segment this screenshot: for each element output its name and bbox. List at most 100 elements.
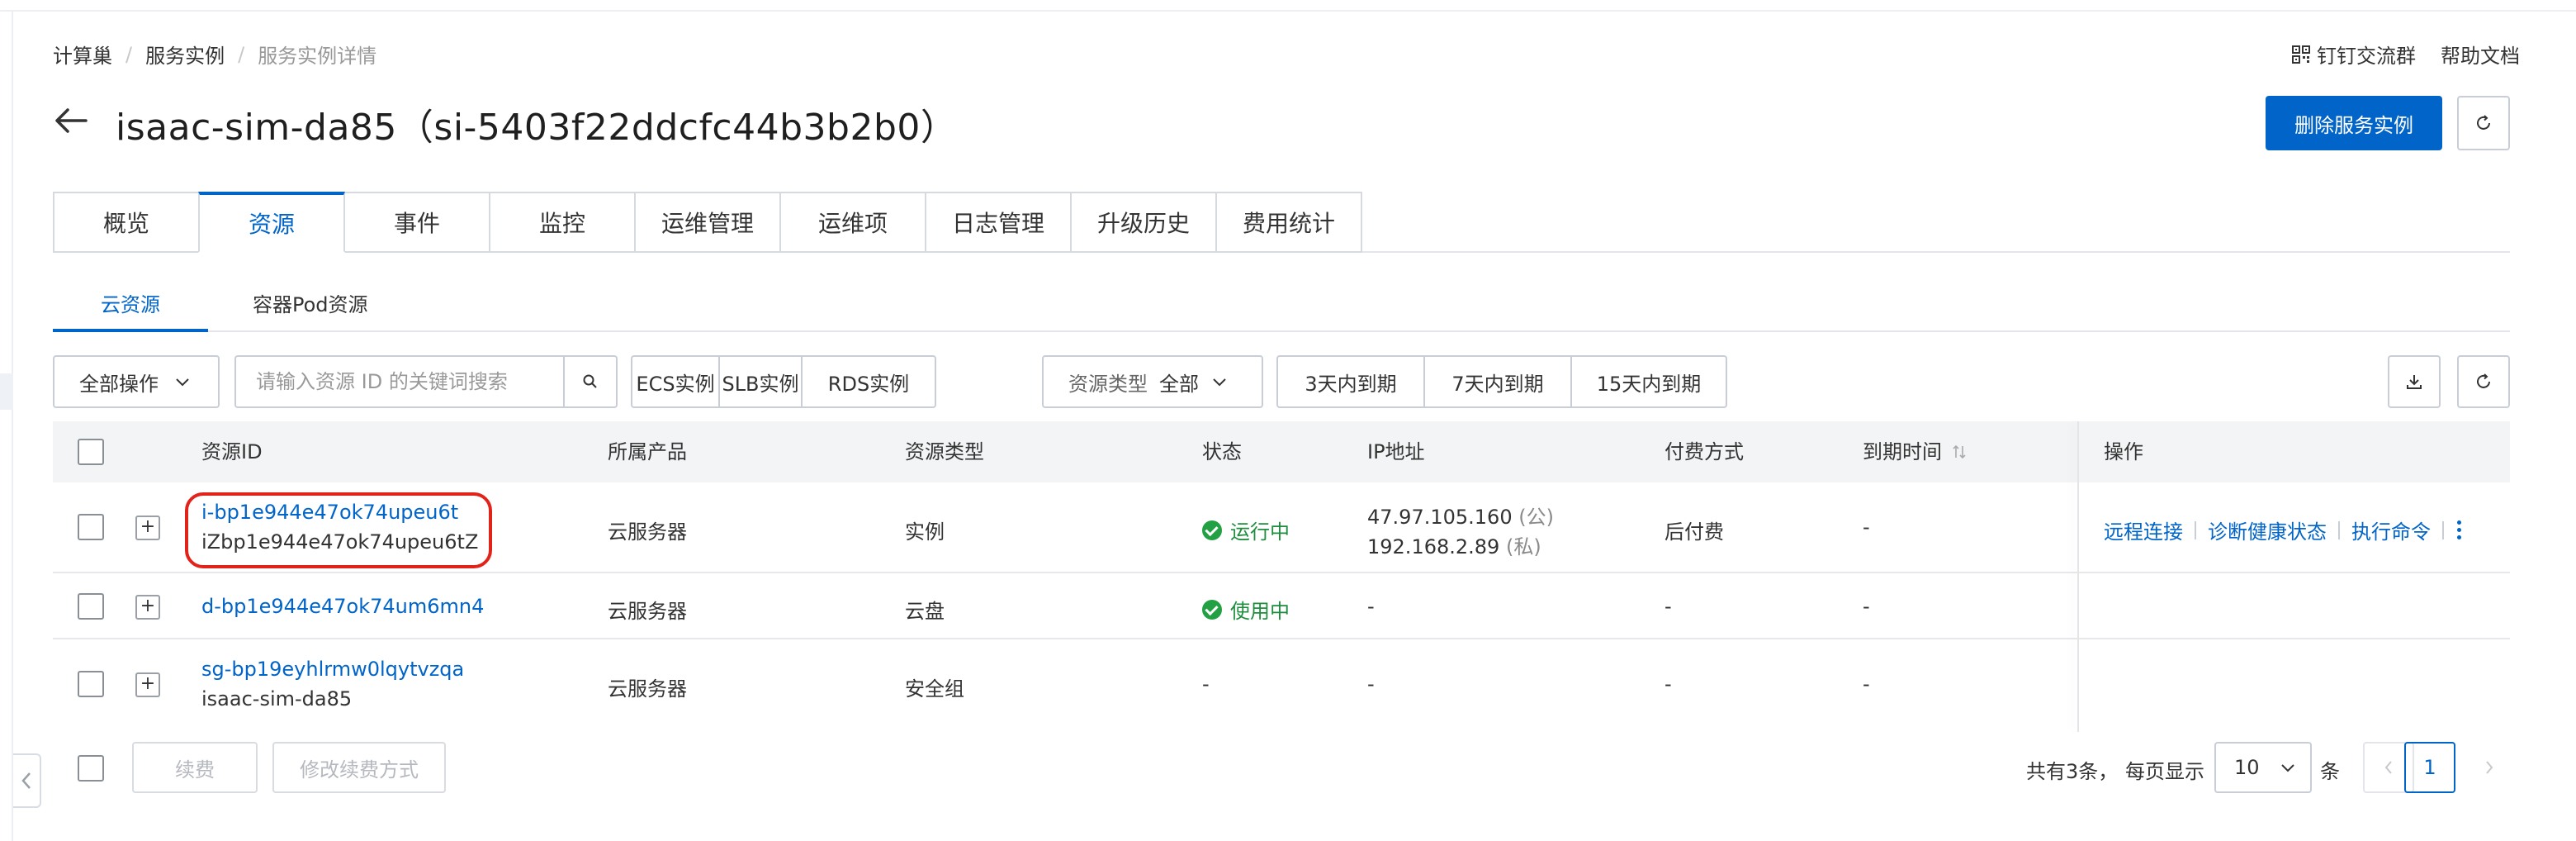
tab-cost-statistics[interactable]: 费用统计 (1215, 192, 1362, 253)
subtab-cloud-resources[interactable]: 云资源 (53, 287, 208, 332)
tab-monitoring[interactable]: 监控 (489, 192, 636, 253)
download-button[interactable] (2388, 355, 2441, 408)
row-actions: 远程连接 诊断健康状态 执行命令 (2104, 516, 2461, 544)
table-refresh-button[interactable] (2457, 355, 2510, 408)
page-size-unit: 条 (2320, 760, 2340, 783)
tab-overview[interactable]: 概览 (53, 192, 200, 253)
bulk-action-label: 全部操作 (79, 372, 159, 396)
resource-type-select[interactable]: 资源类型 全部 (1042, 355, 1263, 408)
breadcrumb-item-compute-nest[interactable]: 计算巢 (53, 40, 112, 69)
diagnose-health-link[interactable]: 诊断健康状态 (2208, 516, 2327, 544)
status-label: 运行中 (1230, 520, 1290, 544)
expiry-filter-group: 3天内到期 7天内到期 15天内到期 (1276, 355, 1727, 408)
back-arrow-icon[interactable] (53, 102, 89, 139)
breadcrumb-item-service-instances[interactable]: 服务实例 (145, 40, 225, 69)
page-1-button[interactable]: 1 (2404, 742, 2455, 793)
select-all-checkbox[interactable] (78, 439, 104, 465)
product-cell: 云服务器 (608, 677, 687, 701)
filter-expire-7d-button[interactable]: 7天内到期 (1423, 355, 1572, 408)
billing-cell: - (1664, 672, 1672, 696)
row-checkbox[interactable] (78, 593, 104, 620)
qr-code-icon (2292, 45, 2310, 64)
page-title: isaac-sim-da85（si-5403f22ddcfc44b3b2b0） (116, 107, 958, 149)
resource-search-input[interactable] (236, 357, 563, 406)
resource-id-link[interactable]: d-bp1e944e47ok74um6mn4 (201, 595, 484, 618)
ip-public-value: 47.97.105.160 (1367, 506, 1513, 529)
tab-events[interactable]: 事件 (343, 192, 490, 253)
table-row: + sg-bp19eyhlrmw0lqytvzqa isaac-sim-da85… (53, 639, 2510, 732)
column-header-expire[interactable]: 到期时间 (1863, 421, 1967, 482)
resource-search (234, 355, 618, 408)
filter-slb-button[interactable]: SLB实例 (718, 355, 803, 408)
tab-upgrade-history[interactable]: 升级历史 (1070, 192, 1217, 253)
column-header-billing: 付费方式 (1664, 440, 1744, 463)
next-page-button[interactable] (2464, 742, 2515, 793)
expire-cell: - (1863, 516, 1870, 539)
expand-row-button[interactable]: + (135, 595, 160, 620)
footer-select-all-checkbox[interactable] (78, 755, 104, 782)
resource-type-value: 全部 (1159, 372, 1199, 396)
filter-expire-3d-button[interactable]: 3天内到期 (1276, 355, 1425, 408)
column-header-resource-type: 资源类型 (905, 440, 984, 463)
tab-resources[interactable]: 资源 (198, 192, 345, 253)
table-header: 资源ID 所属产品 资源类型 状态 IP地址 付费方式 到期时间 操作 (53, 421, 2510, 482)
ip-public-tag: (公) (1518, 506, 1554, 529)
search-icon (583, 374, 597, 388)
main-tabs: 概览 资源 事件 监控 运维管理 运维项 日志管理 升级历史 费用统计 (53, 192, 1362, 253)
refresh-icon (2477, 373, 2490, 388)
filter-ecs-button[interactable]: ECS实例 (631, 355, 720, 408)
refresh-button[interactable] (2457, 96, 2510, 150)
dingtalk-group-link[interactable]: 钉钉交流群 (2292, 40, 2416, 69)
ip-cell: - (1367, 595, 1375, 618)
chevron-left-icon (21, 772, 31, 789)
ip-public: 47.97.105.160 (公) (1367, 501, 1554, 530)
page-size-label: 每页显示 (2125, 760, 2204, 783)
column-header-expire-label: 到期时间 (1863, 440, 1942, 463)
action-separator (2338, 520, 2340, 539)
billing-cell: 后付费 (1664, 520, 1724, 544)
instance-type-filter-group: ECS实例 SLB实例 RDS实例 (631, 355, 936, 408)
status-badge: 运行中 (1202, 516, 1290, 544)
billing-cell: - (1664, 595, 1672, 618)
more-actions-icon[interactable] (2457, 520, 2461, 539)
resource-id-link[interactable]: sg-bp19eyhlrmw0lqytvzqa (201, 658, 464, 681)
subtab-pod-resources[interactable]: 容器Pod资源 (208, 287, 393, 332)
expand-row-button[interactable]: + (135, 516, 160, 540)
filter-expire-15d-button[interactable]: 15天内到期 (1570, 355, 1727, 408)
ip-private-value: 192.168.2.89 (1367, 535, 1500, 558)
action-separator (2195, 520, 2196, 539)
ip-private-tag: (私) (1505, 535, 1541, 558)
row-checkbox[interactable] (78, 671, 104, 697)
search-button[interactable] (563, 357, 616, 406)
expand-row-button[interactable]: + (135, 672, 160, 697)
ip-private: 192.168.2.89 (私) (1367, 530, 1541, 559)
column-header-ip: IP地址 (1367, 440, 1425, 463)
run-command-link[interactable]: 执行命令 (2351, 516, 2431, 544)
row-checkbox[interactable] (78, 514, 104, 540)
tab-ops-items[interactable]: 运维项 (779, 192, 926, 253)
tab-ops-management[interactable]: 运维管理 (634, 192, 781, 253)
dingtalk-group-label: 钉钉交流群 (2317, 45, 2416, 68)
expire-cell: - (1863, 595, 1870, 618)
check-circle-icon (1202, 520, 1222, 540)
modify-renewal-button[interactable]: 修改续费方式 (272, 742, 446, 793)
breadcrumb-separator: / (125, 42, 133, 66)
remote-connect-link[interactable]: 远程连接 (2104, 516, 2183, 544)
resource-sub-id: isaac-sim-da85 (201, 687, 353, 710)
status-label: 使用中 (1230, 600, 1290, 623)
ip-cell: - (1367, 672, 1375, 696)
filter-rds-button[interactable]: RDS实例 (801, 355, 936, 408)
breadcrumb-item-current: 服务实例详情 (258, 45, 377, 68)
top-links: 钉钉交流群 帮助文档 (2292, 40, 2520, 69)
page-size-select[interactable]: 10 (2214, 742, 2312, 793)
sort-icon (1953, 444, 1966, 459)
chevron-down-icon (2281, 764, 2294, 772)
sidebar-collapse-button[interactable] (13, 753, 41, 808)
top-bar (0, 0, 2576, 12)
help-docs-link[interactable]: 帮助文档 (2441, 40, 2520, 69)
delete-service-instance-button[interactable]: 删除服务实例 (2266, 96, 2442, 150)
chevron-right-icon (2486, 761, 2493, 774)
bulk-action-select[interactable]: 全部操作 (53, 355, 220, 408)
tab-log-management[interactable]: 日志管理 (925, 192, 1072, 253)
renew-button[interactable]: 续费 (132, 742, 258, 793)
